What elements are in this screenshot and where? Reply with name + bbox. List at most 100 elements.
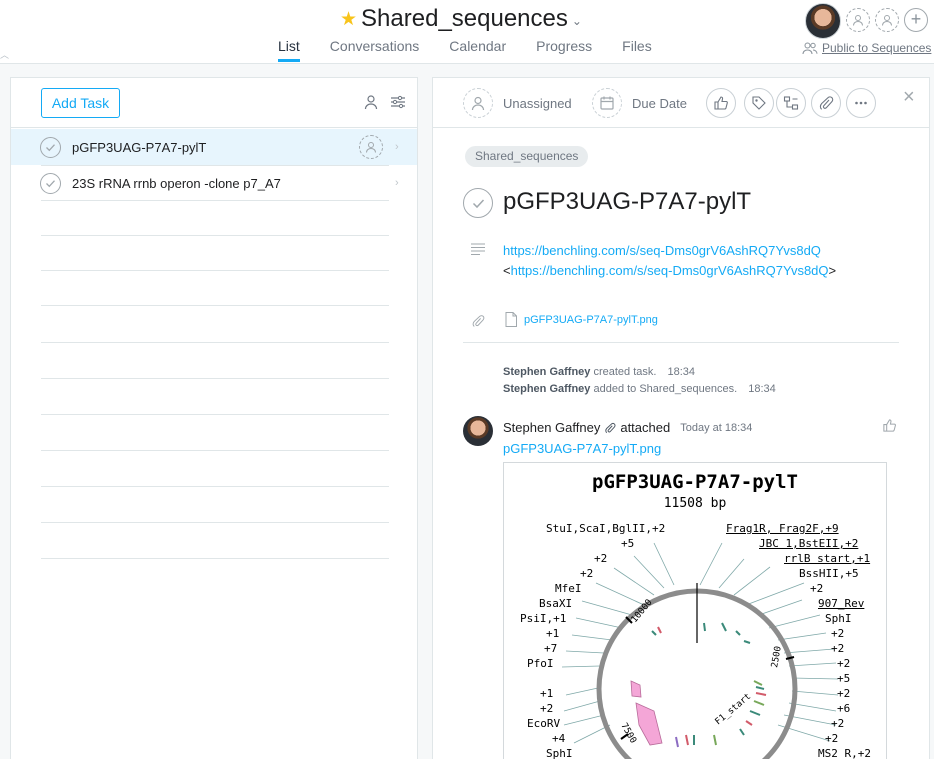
task-name[interactable]: 23S rRNA rrnb operon -clone p7_A7: [72, 176, 281, 191]
enzyme-label: +5: [621, 537, 635, 550]
due-date-button[interactable]: [592, 88, 622, 118]
enzyme-label: StuI,ScaI,BglII,+2: [546, 522, 666, 535]
row-divider: [41, 378, 389, 379]
comment-author[interactable]: Stephen Gaffney: [503, 420, 600, 435]
enzyme-label: SphI: [825, 612, 852, 625]
privacy-link[interactable]: Public to Sequences: [802, 41, 931, 55]
enzyme-label: +2: [831, 717, 845, 730]
enzyme-label: +1: [546, 627, 560, 640]
calendar-icon: [600, 96, 614, 110]
tab-calendar[interactable]: Calendar: [449, 38, 506, 62]
enzyme-label: BsaXI: [539, 597, 573, 610]
add-member-button[interactable]: +: [904, 8, 928, 32]
enzyme-label: +2: [594, 552, 608, 565]
more-actions-button[interactable]: [846, 88, 876, 118]
task-detail-pane: Unassigned Due Date × Shared_sequences p…: [432, 77, 930, 759]
ellipsis-icon: [855, 101, 867, 105]
paperclip-icon: [472, 315, 485, 327]
enzyme-label: PfoI: [527, 657, 554, 670]
description-icon: [471, 243, 485, 255]
tag-icon: [752, 96, 766, 110]
enzyme-label: SphI: [546, 747, 573, 759]
row-divider: [41, 522, 389, 523]
plasmid-tick-label: 7500: [618, 722, 638, 746]
row-divider: [41, 486, 389, 487]
privacy-label[interactable]: Public to Sequences: [822, 41, 931, 55]
tab-conversations[interactable]: Conversations: [330, 38, 420, 62]
complete-task-checkbox[interactable]: [40, 136, 61, 158]
comment-attachment-link[interactable]: pGFP3UAG-P7A7-pylT.png: [503, 441, 661, 456]
comment-time: Today at 18:34: [680, 421, 753, 434]
attach-button[interactable]: [811, 88, 841, 118]
tab-list[interactable]: List: [278, 38, 300, 62]
chevron-right-icon[interactable]: ›: [395, 177, 399, 189]
task-name[interactable]: pGFP3UAG-P7A7-pylT: [72, 140, 206, 155]
comment-header: Stephen Gaffney attached Today at 18:34: [503, 420, 752, 435]
story-action: added to Shared_sequences.: [593, 383, 738, 395]
row-divider: [41, 558, 389, 559]
task-detail-toolbar: Unassigned Due Date ×: [433, 78, 929, 128]
enzyme-label: PsiI,+1: [520, 612, 567, 625]
story-actor[interactable]: Stephen Gaffney: [503, 383, 590, 395]
row-divider: [41, 200, 389, 201]
empty-member-icon[interactable]: [846, 8, 870, 32]
avatar[interactable]: [463, 416, 493, 446]
assignee-button[interactable]: [463, 88, 493, 118]
enzyme-label: BssHII,+5: [799, 567, 859, 580]
enzyme-label: +2: [810, 582, 824, 595]
enzyme-label: MS2_R,+2: [818, 747, 871, 759]
chevron-right-icon[interactable]: ›: [395, 141, 399, 153]
favorite-star-icon[interactable]: ★: [340, 8, 357, 31]
plasmid-map-image[interactable]: pGFP3UAG-P7A7-pylT 11508 bp 10000 2500 7…: [503, 462, 887, 759]
row-divider: [41, 305, 389, 306]
task-row[interactable]: pGFP3UAG-P7A7-pylT ›: [11, 129, 417, 165]
add-task-button[interactable]: Add Task: [41, 88, 120, 118]
thumbs-up-icon[interactable]: [882, 418, 897, 433]
project-pill[interactable]: Shared_sequences: [465, 146, 589, 167]
enzyme-label: Frag1R, Frag2F,+9: [726, 522, 839, 535]
description-link[interactable]: https://benchling.com/s/seq-Dms0grV6AshR…: [503, 243, 821, 258]
task-list-pane: Add Task pGFP3UAG-P7A7-pylT › 23S rRNA r…: [10, 77, 418, 759]
enzyme-label: MfeI: [555, 582, 582, 595]
section-divider: [463, 342, 899, 343]
complete-task-checkbox[interactable]: [463, 188, 493, 218]
attachment-link[interactable]: pGFP3UAG-P7A7-pylT.png: [524, 314, 658, 326]
story-actor[interactable]: Stephen Gaffney: [503, 366, 590, 378]
enzyme-label: +7: [544, 642, 558, 655]
member-avatar[interactable]: [805, 3, 841, 39]
empty-member-icon[interactable]: [875, 8, 899, 32]
complete-task-checkbox[interactable]: [40, 172, 61, 194]
row-divider: [41, 165, 389, 166]
due-date-label[interactable]: Due Date: [632, 96, 687, 111]
project-title[interactable]: Shared_sequences: [361, 5, 568, 33]
row-divider: [41, 342, 389, 343]
enzyme-label: +2: [837, 657, 851, 670]
filter-settings-icon[interactable]: [390, 94, 406, 110]
tags-button[interactable]: [744, 88, 774, 118]
enzyme-label: +2: [831, 642, 845, 655]
person-icon: [471, 96, 485, 111]
paperclip-icon: [819, 96, 834, 110]
chevron-down-icon[interactable]: ⌄: [572, 14, 582, 28]
collapse-sidebar-icon[interactable]: ︿: [0, 48, 9, 61]
subtasks-icon: [783, 96, 799, 110]
row-divider: [41, 235, 389, 236]
row-divider: [41, 270, 389, 271]
assignee-filter-icon[interactable]: [363, 94, 379, 110]
task-description[interactable]: https://benchling.com/s/seq-Dms0grV6AshR…: [503, 241, 836, 281]
tab-progress[interactable]: Progress: [536, 38, 592, 62]
task-row[interactable]: 23S rRNA rrnb operon -clone p7_A7 ›: [11, 165, 417, 201]
close-icon[interactable]: ×: [903, 86, 915, 109]
thumbs-up-icon: [714, 96, 728, 110]
tab-files[interactable]: Files: [622, 38, 652, 62]
story-time: 18:34: [748, 383, 776, 395]
project-header: ★ Shared_sequences ⌄: [340, 4, 582, 34]
description-link[interactable]: https://benchling.com/s/seq-Dms0grV6AshR…: [511, 263, 829, 278]
assignee-label[interactable]: Unassigned: [503, 96, 572, 111]
like-button[interactable]: [706, 88, 736, 118]
enzyme-label: +1: [540, 687, 554, 700]
task-title[interactable]: pGFP3UAG-P7A7-pylT: [503, 188, 751, 216]
assignee-icon[interactable]: [359, 135, 383, 159]
file-icon: [505, 312, 517, 327]
subtasks-button[interactable]: [776, 88, 806, 118]
